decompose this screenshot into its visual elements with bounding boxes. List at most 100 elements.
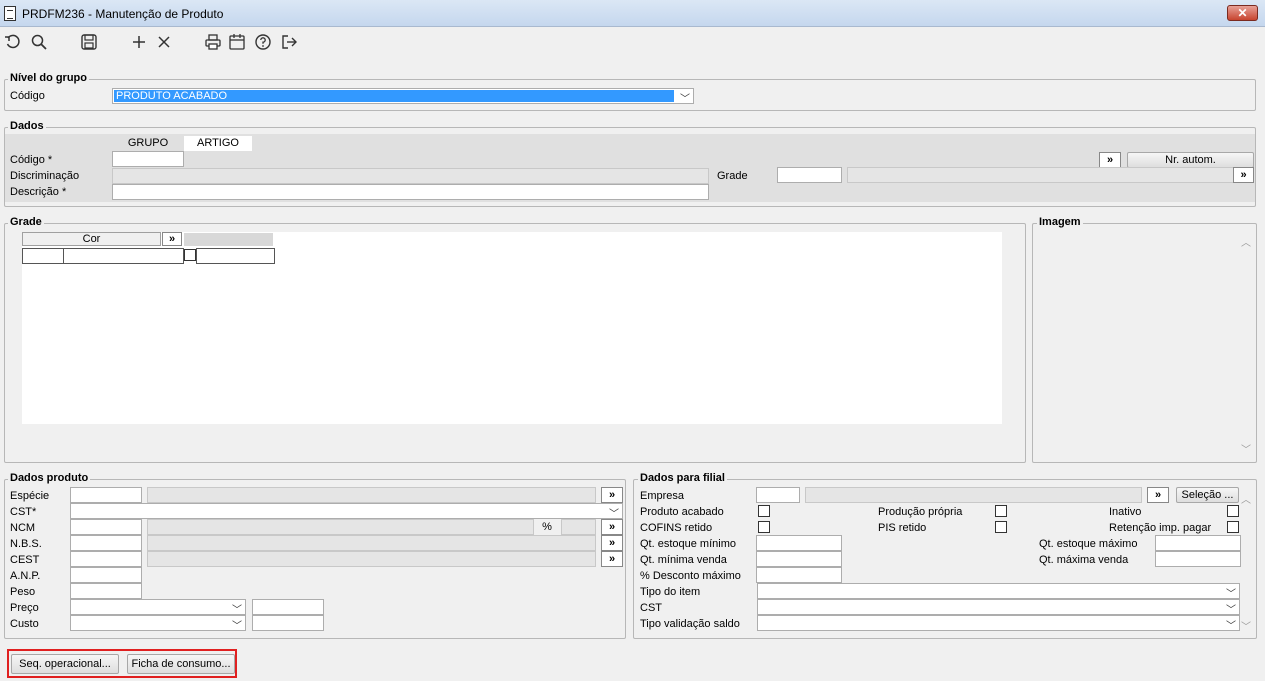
desconto-label: % Desconto máximo	[640, 570, 741, 582]
add-icon[interactable]	[128, 31, 150, 53]
seq-operacional-button[interactable]: Seq. operacional...	[11, 654, 119, 674]
calendar-icon[interactable]	[226, 31, 248, 53]
desconto-input[interactable]	[756, 567, 842, 583]
retencao-checkbox[interactable]	[1227, 521, 1239, 533]
grade-col-header	[184, 233, 273, 246]
tab-artigo[interactable]: ARTIGO	[184, 136, 252, 151]
save-icon[interactable]	[78, 31, 100, 53]
producao-propria-label: Produção própria	[878, 506, 963, 518]
grade-label: Grade	[717, 170, 748, 182]
cofins-label: COFINS retido	[640, 522, 713, 534]
selecao-button[interactable]: Seleção ...	[1176, 487, 1239, 503]
custo-select[interactable]: ﹀	[70, 615, 246, 632]
anp-input[interactable]	[70, 567, 142, 583]
peso-label: Peso	[10, 586, 36, 598]
grade-lookup-button[interactable]: »	[1233, 167, 1254, 183]
cofins-checkbox[interactable]	[758, 521, 770, 533]
scroll-down-icon[interactable]: ﹀	[1241, 441, 1251, 456]
tipo-item-select[interactable]: ﹀	[757, 583, 1240, 600]
qt-est-max-label: Qt. estoque máximo	[1039, 538, 1138, 550]
cest-lookup-button[interactable]: »	[601, 551, 623, 567]
qt-max-venda-input[interactable]	[1155, 551, 1241, 567]
qt-min-venda-label: Qt. mínima venda	[640, 554, 727, 566]
scroll-up-icon[interactable]: ︿	[1241, 234, 1251, 249]
discriminacao-label: Discriminação	[10, 170, 80, 182]
empresa-lookup-button[interactable]: »	[1147, 487, 1169, 503]
inativo-label: Inativo	[1109, 506, 1142, 518]
cest-input[interactable]	[70, 551, 142, 567]
especie-description	[147, 487, 596, 503]
codigo-lookup-button[interactable]: »	[1099, 152, 1121, 168]
filial-scroll-down-icon[interactable]: ﹀	[1241, 618, 1251, 633]
inativo-checkbox[interactable]	[1227, 505, 1239, 517]
filial-cst-select[interactable]: ﹀	[757, 599, 1240, 616]
grade-cell[interactable]	[22, 248, 64, 264]
grade-input[interactable]	[777, 167, 842, 183]
empresa-input[interactable]	[756, 487, 800, 503]
nbs-label: N.B.S.	[10, 538, 42, 550]
chevron-down-icon: ﹀	[680, 94, 690, 105]
grade-legend: Grade	[8, 216, 44, 228]
descricao-input[interactable]	[112, 184, 709, 200]
ncm-label: NCM	[10, 522, 36, 534]
ncm-description	[147, 519, 534, 535]
pis-checkbox[interactable]	[995, 521, 1007, 533]
app-icon	[4, 6, 16, 21]
print-icon[interactable]	[202, 31, 224, 53]
produto-legend: Dados produto	[8, 472, 91, 484]
codigo-input[interactable]	[112, 151, 184, 167]
chevron-down-icon: ﹀	[232, 621, 242, 632]
preco-select[interactable]: ﹀	[70, 599, 246, 616]
grade-lookup-button[interactable]: »	[162, 232, 182, 246]
descricao-label: Descrição *	[10, 186, 67, 198]
retencao-label: Retenção imp. pagar	[1109, 522, 1212, 534]
help-icon[interactable]	[252, 31, 274, 53]
dados-legend: Dados	[8, 120, 46, 132]
nr-autom-button[interactable]: Nr. autom.	[1127, 152, 1254, 168]
chevron-down-icon: ﹀	[1226, 621, 1236, 632]
grade-col-cor[interactable]: Cor	[22, 232, 161, 246]
delete-icon[interactable]	[153, 31, 175, 53]
especie-label: Espécie	[10, 490, 50, 502]
qt-est-min-input[interactable]	[756, 535, 842, 551]
discriminacao-input	[112, 168, 709, 184]
produto-acabado-checkbox[interactable]	[758, 505, 770, 517]
peso-input[interactable]	[70, 583, 142, 599]
undo-icon[interactable]	[2, 31, 24, 53]
grade-checkbox[interactable]	[184, 249, 196, 261]
nbs-input[interactable]	[70, 535, 142, 551]
tipo-validacao-select[interactable]: ﹀	[757, 615, 1240, 632]
chevron-down-icon: ﹀	[1226, 589, 1236, 600]
search-icon[interactable]	[28, 31, 50, 53]
window-title: PRDFM236 - Manutenção de Produto	[22, 7, 224, 21]
nivel-codigo-select[interactable]: PRODUTO ACABADO ﹀	[112, 88, 694, 105]
qt-max-venda-label: Qt. máxima venda	[1039, 554, 1129, 566]
exit-icon[interactable]	[278, 31, 300, 53]
ncm-lookup-button[interactable]: »	[601, 519, 623, 535]
custo-input[interactable]	[252, 615, 324, 631]
chevron-down-icon: ﹀	[232, 605, 242, 616]
nivel-codigo-label: Código	[10, 90, 45, 102]
close-button[interactable]: ✕	[1227, 5, 1258, 21]
ncm-input[interactable]	[70, 519, 142, 535]
nbs-description	[147, 535, 596, 551]
cst-label: CST*	[10, 506, 37, 518]
tab-grupo[interactable]: GRUPO	[112, 136, 184, 151]
especie-input[interactable]	[70, 487, 142, 503]
imagem-group	[1032, 223, 1257, 463]
qt-min-venda-input[interactable]	[756, 551, 842, 567]
preco-label: Preço	[10, 602, 39, 614]
especie-lookup-button[interactable]: »	[601, 487, 623, 503]
cst-select[interactable]: ﹀	[70, 503, 623, 520]
qt-est-max-input[interactable]	[1155, 535, 1241, 551]
producao-propria-checkbox[interactable]	[995, 505, 1007, 517]
produto-acabado-label: Produto acabado	[640, 506, 724, 518]
grade-cell[interactable]	[63, 248, 184, 264]
ficha-consumo-button[interactable]: Ficha de consumo...	[127, 654, 235, 674]
grade-cell[interactable]	[196, 248, 275, 264]
nbs-lookup-button[interactable]: »	[601, 535, 623, 551]
nivel-legend: Nível do grupo	[8, 72, 89, 84]
preco-input[interactable]	[252, 599, 324, 615]
pis-label: PIS retido	[878, 522, 927, 534]
filial-scroll-up-icon[interactable]: ︿	[1241, 491, 1251, 506]
